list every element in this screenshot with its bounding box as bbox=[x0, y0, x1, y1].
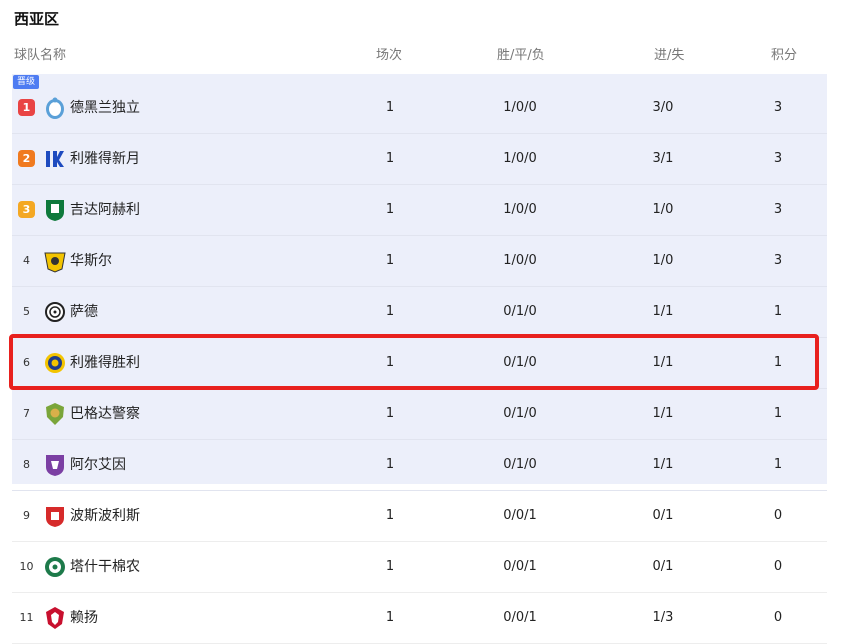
team-name[interactable]: 德黑兰独立 bbox=[70, 83, 140, 133]
wdl-value: 0/1/0 bbox=[503, 457, 537, 472]
team-name[interactable]: 吉达阿赫利 bbox=[70, 185, 140, 235]
rank-badge: 1 bbox=[18, 99, 35, 116]
rank-badge: 8 bbox=[23, 458, 30, 471]
team-name[interactable]: 波斯波利斯 bbox=[70, 491, 140, 541]
table-header: 球队名称 场次 胜/平/负 进/失 积分 bbox=[0, 36, 841, 70]
team-name[interactable]: 塔什干棉农 bbox=[70, 542, 140, 592]
al-rayyan-crest-icon bbox=[46, 607, 64, 629]
table-row[interactable]: 1 德黑兰独立 1 1/0/0 3/0 3 bbox=[12, 83, 827, 134]
team-name[interactable]: 利雅得新月 bbox=[70, 134, 140, 184]
points-value: 3 bbox=[773, 202, 783, 217]
played-value: 1 bbox=[385, 457, 395, 472]
al-ain-crest-icon bbox=[46, 455, 64, 476]
points-value: 3 bbox=[773, 100, 783, 115]
goals-value: 1/1 bbox=[652, 355, 674, 370]
al-hilal-crest-icon bbox=[46, 151, 64, 167]
rank-badge: 11 bbox=[19, 611, 34, 624]
team-name[interactable]: 巴格达警察 bbox=[70, 389, 140, 439]
team-name[interactable]: 阿尔艾因 bbox=[70, 440, 126, 490]
goals-value: 0/1 bbox=[652, 559, 674, 574]
points-value: 0 bbox=[773, 508, 783, 523]
rank-badge: 10 bbox=[19, 560, 34, 573]
goals-value: 1/1 bbox=[652, 406, 674, 421]
column-header-goals[interactable]: 进/失 bbox=[654, 44, 684, 63]
wdl-value: 1/0/0 bbox=[503, 151, 537, 166]
goals-value: 1/1 bbox=[652, 457, 674, 472]
rank-badge: 9 bbox=[23, 509, 30, 522]
column-header-played[interactable]: 场次 bbox=[376, 44, 402, 63]
played-value: 1 bbox=[385, 253, 395, 268]
table-row[interactable]: 10 塔什干棉农 1 0/0/1 0/1 0 bbox=[12, 542, 827, 593]
points-value: 1 bbox=[773, 355, 783, 370]
rank-badge: 7 bbox=[23, 407, 30, 420]
wdl-value: 1/0/0 bbox=[503, 202, 537, 217]
wdl-value: 0/1/0 bbox=[503, 304, 537, 319]
goals-value: 1/0 bbox=[652, 202, 674, 217]
goals-value: 3/0 bbox=[652, 100, 674, 115]
played-value: 1 bbox=[385, 559, 395, 574]
goals-value: 1/1 bbox=[652, 304, 674, 319]
wdl-value: 0/0/1 bbox=[503, 559, 537, 574]
column-header-points[interactable]: 积分 bbox=[771, 44, 797, 63]
wdl-value: 0/0/1 bbox=[503, 610, 537, 625]
table-row[interactable]: 3 吉达阿赫利 1 1/0/0 1/0 3 bbox=[12, 185, 827, 236]
wdl-value: 1/0/0 bbox=[503, 253, 537, 268]
al-sadd-crest-icon bbox=[45, 302, 65, 322]
standings-table: 1 德黑兰独立 1 1/0/0 3/0 3 2 利雅得新月 1 1/0/0 3/… bbox=[12, 83, 827, 644]
table-row[interactable]: 8 阿尔艾因 1 0/1/0 1/1 1 bbox=[12, 440, 827, 491]
goals-value: 1/3 bbox=[652, 610, 674, 625]
goals-value: 1/0 bbox=[652, 253, 674, 268]
played-value: 1 bbox=[385, 151, 395, 166]
al-ahli-crest-icon bbox=[46, 200, 64, 221]
points-value: 1 bbox=[773, 457, 783, 472]
points-value: 3 bbox=[773, 151, 783, 166]
wdl-value: 0/1/0 bbox=[503, 406, 537, 421]
team-name[interactable]: 利雅得胜利 bbox=[70, 338, 140, 388]
al-nassr-crest-icon bbox=[45, 353, 65, 373]
points-value: 3 bbox=[773, 253, 783, 268]
played-value: 1 bbox=[385, 304, 395, 319]
rank-badge: 5 bbox=[23, 305, 30, 318]
table-row[interactable]: 2 利雅得新月 1 1/0/0 3/1 3 bbox=[12, 134, 827, 185]
points-value: 1 bbox=[773, 406, 783, 421]
points-value: 0 bbox=[773, 610, 783, 625]
goals-value: 3/1 bbox=[652, 151, 674, 166]
wdl-value: 1/0/0 bbox=[503, 100, 537, 115]
table-row[interactable]: 11 赖扬 1 0/0/1 1/3 0 bbox=[12, 593, 827, 644]
goals-value: 0/1 bbox=[652, 508, 674, 523]
rank-badge: 2 bbox=[18, 150, 35, 167]
pakhtakor-crest-icon bbox=[45, 557, 65, 577]
wdl-value: 0/0/1 bbox=[503, 508, 537, 523]
persepolis-crest-icon bbox=[46, 507, 64, 527]
points-value: 0 bbox=[773, 559, 783, 574]
column-header-wdl[interactable]: 胜/平/负 bbox=[497, 44, 545, 63]
played-value: 1 bbox=[385, 508, 395, 523]
esteghlal-crest-icon bbox=[46, 97, 64, 119]
table-row[interactable]: 7 巴格达警察 1 0/1/0 1/1 1 bbox=[12, 389, 827, 440]
played-value: 1 bbox=[385, 100, 395, 115]
al-wasl-crest-icon bbox=[44, 252, 66, 273]
table-row[interactable]: 9 波斯波利斯 1 0/0/1 0/1 0 bbox=[12, 491, 827, 542]
played-value: 1 bbox=[385, 202, 395, 217]
promotion-badge: 晋级 bbox=[13, 75, 40, 89]
table-row[interactable]: 6 利雅得胜利 1 0/1/0 1/1 1 bbox=[12, 338, 827, 389]
team-name[interactable]: 赖扬 bbox=[70, 593, 98, 643]
table-row[interactable]: 5 萨德 1 0/1/0 1/1 1 bbox=[12, 287, 827, 338]
al-shorta-crest-icon bbox=[46, 403, 64, 425]
rank-badge: 4 bbox=[23, 254, 30, 267]
rank-badge: 6 bbox=[23, 356, 30, 369]
group-title: 西亚区 bbox=[14, 10, 60, 28]
wdl-value: 0/1/0 bbox=[503, 355, 537, 370]
played-value: 1 bbox=[385, 355, 395, 370]
table-row[interactable]: 4 华斯尔 1 1/0/0 1/0 3 bbox=[12, 236, 827, 287]
played-value: 1 bbox=[385, 406, 395, 421]
team-name[interactable]: 萨德 bbox=[70, 287, 98, 337]
team-name[interactable]: 华斯尔 bbox=[70, 236, 112, 286]
column-header-team[interactable]: 球队名称 bbox=[14, 44, 66, 63]
points-value: 1 bbox=[773, 304, 783, 319]
played-value: 1 bbox=[385, 610, 395, 625]
rank-badge: 3 bbox=[18, 201, 35, 218]
